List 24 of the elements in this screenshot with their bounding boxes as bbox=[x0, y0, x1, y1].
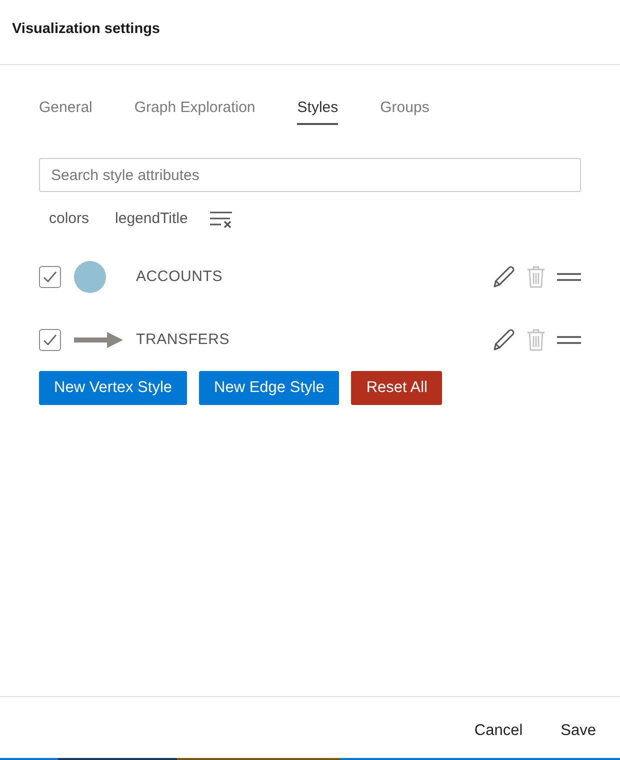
footer-button[interactable]: Cancel bbox=[464, 720, 533, 742]
style-label: ACCOUNTS bbox=[136, 266, 223, 287]
check-icon bbox=[43, 271, 57, 283]
dialog-title: Visualization settings bbox=[12, 20, 160, 39]
pencil-icon[interactable] bbox=[492, 328, 516, 352]
footer-button[interactable]: Save bbox=[550, 720, 606, 742]
action-button[interactable]: Reset All bbox=[351, 371, 442, 405]
filter-tag[interactable]: legendTitle bbox=[105, 207, 198, 231]
tab[interactable]: Graph Exploration bbox=[134, 98, 256, 125]
action-button[interactable]: New Vertex Style bbox=[39, 371, 188, 405]
clear-filter-icon[interactable] bbox=[210, 210, 232, 228]
pencil-icon[interactable] bbox=[492, 265, 516, 289]
search-field[interactable]: Search style attributes bbox=[39, 158, 581, 192]
style-label: TRANSFERS bbox=[136, 330, 230, 350]
tab[interactable]: Styles bbox=[297, 98, 338, 125]
tab[interactable]: General bbox=[39, 98, 92, 125]
checkbox[interactable] bbox=[39, 329, 61, 351]
filter-tag[interactable]: colors bbox=[39, 207, 100, 231]
action-button[interactable]: New Edge Style bbox=[199, 371, 340, 405]
tab[interactable]: Groups bbox=[380, 98, 430, 125]
drag-handle-icon[interactable] bbox=[557, 273, 581, 281]
drag-handle-icon[interactable] bbox=[557, 336, 581, 344]
checkbox[interactable] bbox=[39, 266, 61, 288]
check-icon bbox=[43, 334, 57, 346]
